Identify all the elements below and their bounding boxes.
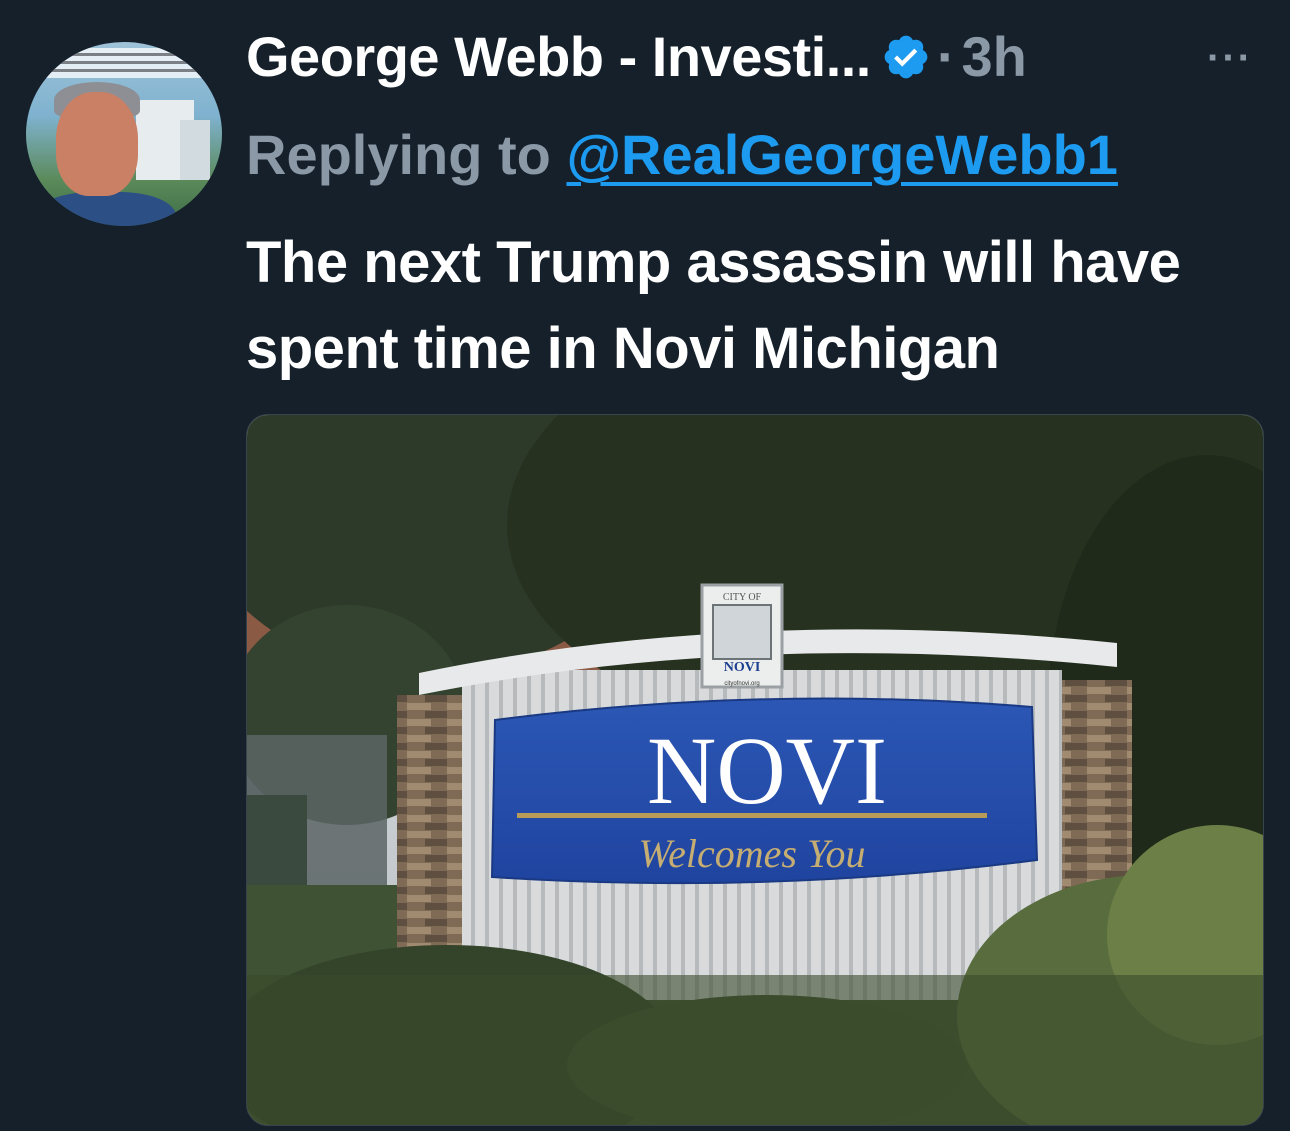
avatar-face	[56, 92, 138, 196]
sign-title-text: NOVI	[647, 717, 887, 824]
tweet-media-photo[interactable]: CITY OF NOVI cityofnovi.org NOVI Welcome…	[246, 414, 1264, 1126]
novi-sign-photo: CITY OF NOVI cityofnovi.org NOVI Welcome…	[247, 415, 1263, 1125]
tweet-text: The next Trump assassin will have spent …	[246, 230, 1181, 381]
verified-badge-icon	[884, 35, 928, 78]
plaque-top-text: CITY OF	[723, 592, 762, 603]
reply-handle-link[interactable]: @RealGeorgeWebb1	[566, 123, 1118, 186]
timestamp[interactable]: 3h	[962, 24, 1027, 89]
plaque-url-text: cityofnovi.org	[724, 681, 759, 687]
separator-dot: ·	[936, 25, 956, 88]
reply-label: Replying to	[246, 123, 567, 186]
more-options-icon[interactable]: ···	[1207, 36, 1253, 81]
avatar-shirt	[36, 192, 176, 226]
avatar-building-2	[180, 120, 210, 180]
tweet-header: George Webb - Investi... · 3h	[246, 24, 1027, 89]
plaque-name-text: NOVI	[724, 660, 761, 675]
display-name[interactable]: George Webb - Investi...	[246, 24, 871, 89]
sign-subtitle-text: Welcomes You	[638, 831, 865, 876]
avatar-caption-overlay	[44, 48, 214, 78]
author-avatar[interactable]	[26, 42, 222, 226]
reply-context: Replying to @RealGeorgeWebb1	[246, 122, 1118, 187]
